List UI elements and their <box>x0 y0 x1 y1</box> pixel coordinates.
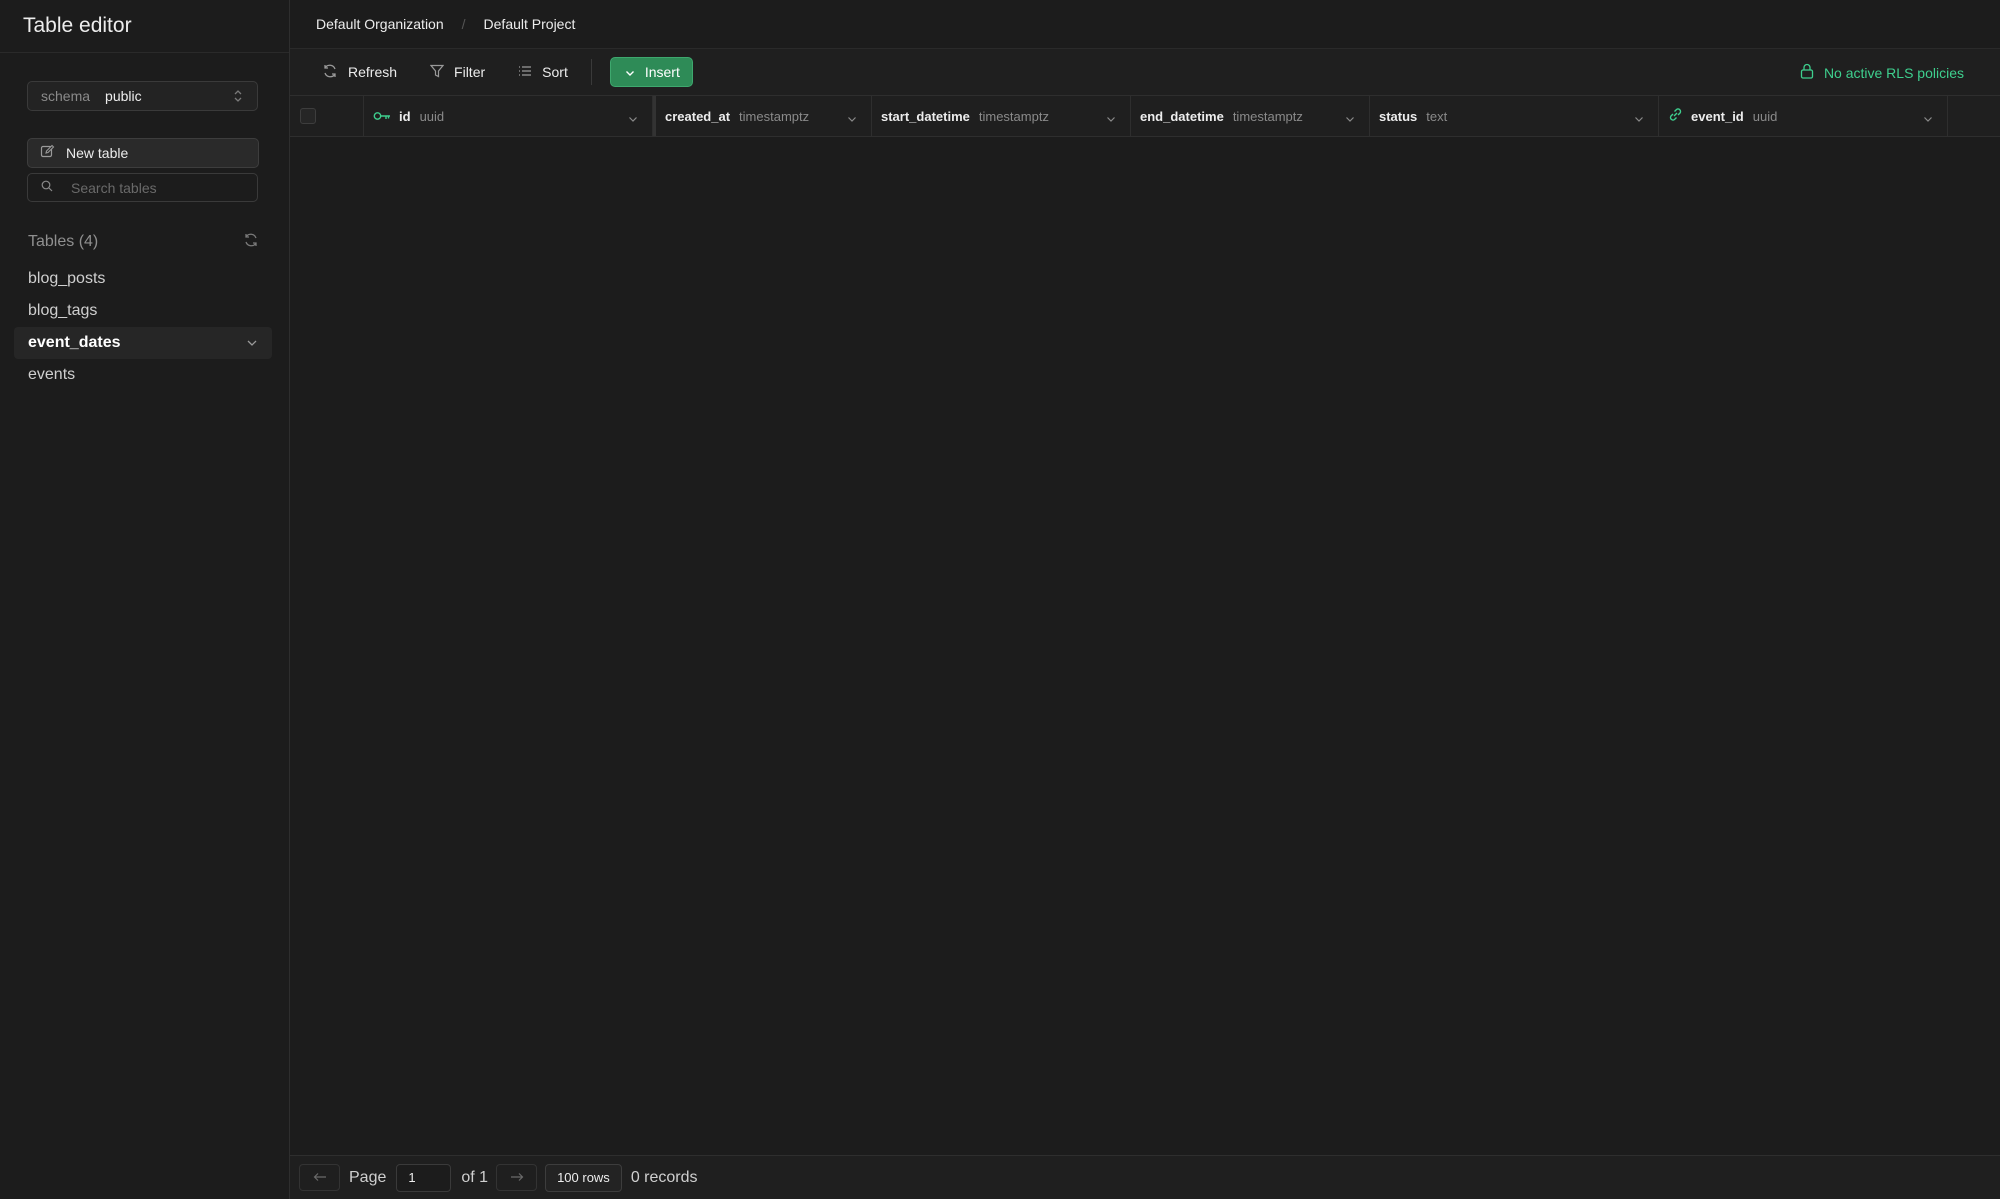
select-all-column <box>290 96 364 136</box>
column-name: id <box>399 108 411 124</box>
new-table-button[interactable]: New table <box>27 138 259 168</box>
schema-select-label: schema <box>41 88 91 104</box>
new-table-label: New table <box>66 145 129 161</box>
rows-per-page-label: 100 rows <box>557 1170 610 1185</box>
main-panel: Default Organization / Default Project R… <box>290 0 2000 1199</box>
next-page-button[interactable] <box>496 1164 538 1191</box>
link-icon <box>1668 107 1683 125</box>
page-of-label: of 1 <box>461 1168 489 1186</box>
edit-icon <box>40 144 66 162</box>
filter-label: Filter <box>454 64 486 80</box>
arrow-right-icon <box>510 1169 524 1187</box>
records-count: 0 records <box>630 1168 698 1186</box>
search-icon <box>41 179 53 197</box>
chevron-down-icon[interactable] <box>1923 111 1933 126</box>
chevron-down-icon[interactable] <box>1634 111 1644 126</box>
tables-count-label: Tables (4) <box>28 233 99 250</box>
sidebar-header: Table editor <box>0 0 289 53</box>
refresh-label: Refresh <box>348 64 398 80</box>
toolbar: Refresh Filter Sort Insert No active RLS… <box>290 49 2000 96</box>
column-type: timestamptz <box>1232 108 1303 124</box>
chevron-down-icon[interactable] <box>1106 111 1116 126</box>
column-header-id[interactable]: id uuid <box>364 96 653 136</box>
column-name: created_at <box>665 108 731 124</box>
table-item-label: blog_posts <box>28 270 106 287</box>
filter-button[interactable]: Filter <box>429 58 486 86</box>
grid-header: id uuid created_at timestamptz start_dat… <box>290 96 2000 137</box>
sort-icon <box>518 64 542 80</box>
sort-label: Sort <box>542 64 568 80</box>
column-name: end_datetime <box>1140 108 1224 124</box>
table-item-event-dates[interactable]: event_dates <box>14 327 272 359</box>
toolbar-divider <box>590 59 592 85</box>
chevron-down-icon[interactable] <box>1345 111 1355 126</box>
table-list: blog_posts blog_tags event_dates events <box>14 263 272 391</box>
rows-per-page-button[interactable]: 100 rows <box>545 1163 622 1192</box>
table-item-label: events <box>28 366 76 383</box>
column-type: timestamptz <box>978 108 1049 124</box>
insert-label: Insert <box>644 64 680 80</box>
sort-button[interactable]: Sort <box>518 58 568 86</box>
table-item-blog-tags[interactable]: blog_tags <box>14 295 272 327</box>
breadcrumb-project[interactable]: Default Project <box>484 16 576 32</box>
table-item-blog-posts[interactable]: blog_posts <box>14 263 272 295</box>
chevron-down-icon[interactable] <box>847 111 857 126</box>
sidebar-title: Table editor <box>23 14 132 37</box>
lock-icon <box>1800 63 1824 82</box>
sidebar: Table editor schema public New table Tab… <box>0 0 290 1199</box>
schema-select[interactable]: schema public <box>27 81 258 111</box>
arrow-left-icon <box>313 1169 327 1187</box>
chevron-down-icon <box>625 64 645 80</box>
column-name: event_id <box>1691 108 1744 124</box>
refresh-icon <box>322 63 348 82</box>
column-type: uuid <box>419 108 445 124</box>
column-header-created-at[interactable]: created_at timestamptz <box>653 96 872 136</box>
pagination-footer: Page of 1 100 rows 0 records <box>290 1155 2000 1199</box>
column-type: uuid <box>1752 108 1778 124</box>
grid-body <box>290 137 2000 1155</box>
chevron-up-down-icon <box>233 88 243 107</box>
column-name: start_datetime <box>881 108 970 124</box>
table-item-label: blog_tags <box>28 302 98 319</box>
previous-page-button[interactable] <box>299 1164 340 1191</box>
column-name: status <box>1379 108 1418 124</box>
filter-icon <box>429 64 454 81</box>
chevron-down-icon[interactable] <box>628 111 638 126</box>
schema-select-value: public <box>105 88 142 104</box>
column-header-event-id[interactable]: event_id uuid <box>1659 96 1948 136</box>
select-all-checkbox[interactable] <box>300 108 316 124</box>
refresh-button[interactable]: Refresh <box>322 58 397 86</box>
column-header-end-datetime[interactable]: end_datetime timestamptz <box>1131 96 1370 136</box>
table-item-label: event_dates <box>28 334 121 351</box>
refresh-icon[interactable] <box>243 232 259 253</box>
rls-status[interactable]: No active RLS policies <box>1800 49 1964 96</box>
table-item-events[interactable]: events <box>14 359 272 391</box>
page-input[interactable] <box>396 1163 452 1192</box>
key-icon <box>373 109 391 124</box>
breadcrumb-separator: / <box>461 16 466 32</box>
breadcrumb: Default Organization / Default Project <box>290 0 2000 49</box>
column-header-status[interactable]: status text <box>1370 96 1659 136</box>
search-tables-field[interactable] <box>27 173 258 202</box>
column-type: text <box>1426 108 1448 124</box>
tables-header: Tables (4) <box>28 231 259 253</box>
search-tables-input[interactable] <box>71 179 241 196</box>
column-header-start-datetime[interactable]: start_datetime timestamptz <box>872 96 1131 136</box>
insert-button[interactable]: Insert <box>609 57 693 87</box>
rls-status-label: No active RLS policies <box>1823 64 1964 81</box>
column-type: timestamptz <box>739 108 810 124</box>
page-label: Page <box>349 1168 387 1186</box>
chevron-down-icon[interactable] <box>246 334 258 352</box>
breadcrumb-org[interactable]: Default Organization <box>316 16 444 32</box>
